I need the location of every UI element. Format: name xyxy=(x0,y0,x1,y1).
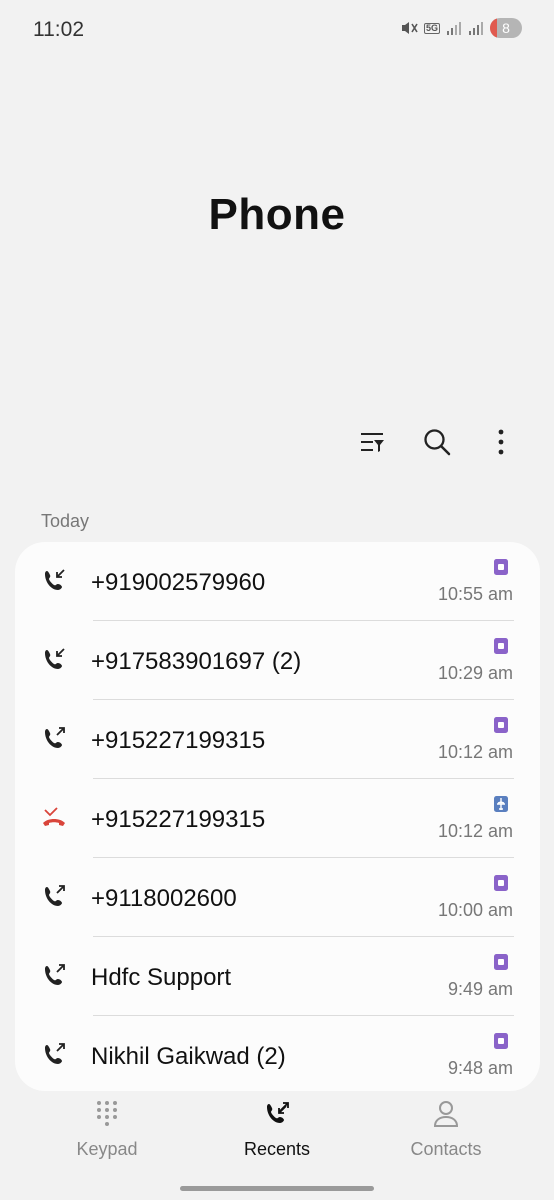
call-row[interactable]: Hdfc Support 9:49 am xyxy=(15,937,540,1016)
call-row[interactable]: +9118002600 10:00 am xyxy=(15,858,540,937)
outgoing-call-icon xyxy=(45,727,65,748)
bottom-nav: Keypad Recents Contacts xyxy=(0,1100,554,1170)
status-time: 11:02 xyxy=(33,18,84,41)
sim-card-icon xyxy=(494,954,508,970)
call-time: 10:55 am xyxy=(437,584,513,604)
filter-button[interactable] xyxy=(356,425,390,459)
nav-keypad[interactable]: Keypad xyxy=(17,1100,197,1160)
toolbar xyxy=(356,425,518,459)
call-time: 9:48 am xyxy=(447,1058,513,1078)
call-time: 10:00 am xyxy=(437,900,513,920)
sim-card-icon xyxy=(494,1033,508,1049)
search-icon xyxy=(424,429,451,456)
home-indicator[interactable] xyxy=(180,1186,374,1191)
call-time: 10:29 am xyxy=(437,663,513,683)
missed-call-icon xyxy=(43,807,65,826)
incoming-call-icon xyxy=(45,569,65,590)
status-icons: 5G 8 xyxy=(400,18,522,38)
network-type: 5G xyxy=(423,22,440,34)
outgoing-call-icon xyxy=(45,885,65,906)
airplane-mode-icon xyxy=(494,796,508,812)
contacts-icon xyxy=(433,1101,459,1127)
nav-contacts-label: Contacts xyxy=(410,1139,482,1159)
outgoing-call-icon xyxy=(45,1043,65,1064)
mute-icon xyxy=(401,22,418,34)
sim-card-icon xyxy=(494,559,508,575)
signal-icon-2 xyxy=(469,22,483,35)
outgoing-call-icon xyxy=(45,964,65,985)
search-button[interactable] xyxy=(420,425,454,459)
call-row[interactable]: +915227199315 10:12 am xyxy=(15,700,540,779)
call-name: +917583901697 (2) xyxy=(91,648,302,675)
call-row[interactable]: +917583901697 (2) 10:29 am xyxy=(15,621,540,700)
status-bar: 11:02 5G 8 xyxy=(0,0,554,60)
call-name: Nikhil Gaikwad (2) xyxy=(91,1043,286,1070)
battery-level: 8 xyxy=(502,20,510,36)
page-title: Phone xyxy=(208,190,346,239)
call-time: 10:12 am xyxy=(437,821,513,841)
call-time: 10:12 am xyxy=(437,742,513,762)
incoming-call-icon xyxy=(45,648,65,669)
more-options-button[interactable] xyxy=(484,425,518,459)
call-name: Hdfc Support xyxy=(91,964,232,991)
filter-icon xyxy=(361,433,384,452)
keypad-icon xyxy=(97,1101,117,1126)
call-row[interactable]: +919002579960 10:55 am xyxy=(15,542,540,621)
call-name: +915227199315 xyxy=(91,727,266,754)
section-label-today: Today xyxy=(41,511,90,531)
recents-icon xyxy=(267,1102,289,1123)
recents-list: +919002579960 10:55 am +917583901697 (2)… xyxy=(15,542,540,1091)
nav-contacts[interactable]: Contacts xyxy=(356,1100,536,1160)
nav-recents-label: Recents xyxy=(243,1139,311,1159)
call-row[interactable]: Nikhil Gaikwad (2) 9:48 am xyxy=(15,1016,540,1091)
sim-card-icon xyxy=(494,875,508,891)
call-name: +9118002600 xyxy=(91,885,237,912)
call-row[interactable]: +915227199315 10:12 am xyxy=(15,779,540,858)
call-time: 9:49 am xyxy=(447,979,513,999)
sim-card-icon xyxy=(494,717,508,733)
nav-recents[interactable]: Recents xyxy=(187,1100,367,1160)
battery-icon: 8 xyxy=(490,18,522,38)
signal-icon xyxy=(447,22,461,35)
more-vert-icon xyxy=(498,429,504,455)
nav-keypad-label: Keypad xyxy=(76,1139,138,1159)
call-name: +919002579960 xyxy=(91,569,266,596)
sim-card-icon xyxy=(494,638,508,654)
call-name: +915227199315 xyxy=(91,806,266,833)
